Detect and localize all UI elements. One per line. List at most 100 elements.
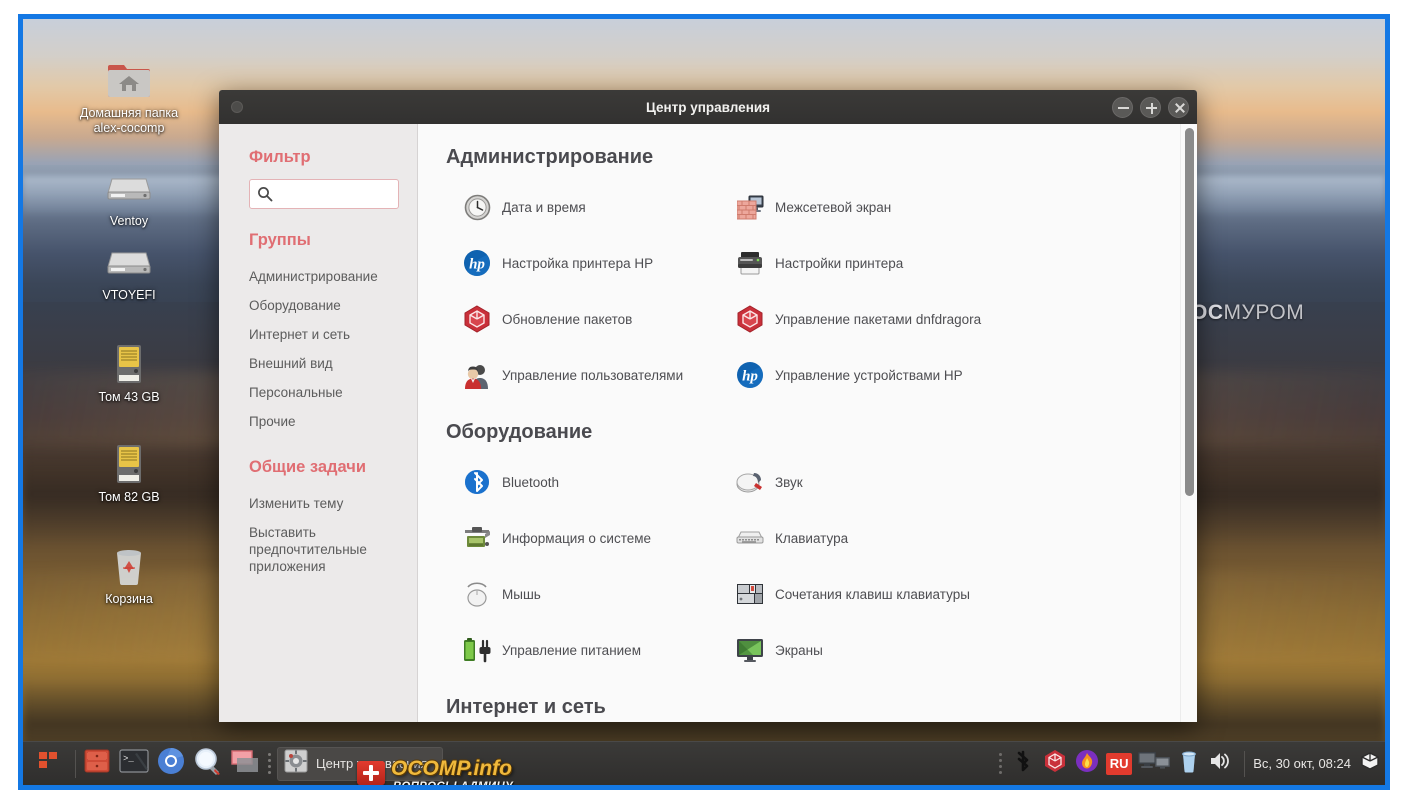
section-heading-internet: Интернет и сеть (446, 696, 606, 718)
hp-logo-icon: hp (462, 248, 492, 278)
settings-panel: Администрирование Дата и время Межсетево… (418, 124, 1180, 722)
tray-drag-handle[interactable] (999, 753, 1003, 774)
sidebar-item-change-theme[interactable]: Изменить тему (219, 489, 417, 518)
launcher-terminal[interactable]: >_ (117, 747, 151, 781)
sidebar-item-internet-network[interactable]: Интернет и сеть (219, 320, 417, 349)
file-manager-icon (82, 747, 112, 780)
home-folder-icon (71, 57, 187, 103)
desktop-icon-label-line2: alex-cocomp (93, 121, 165, 135)
desktop-icon-home-folder[interactable]: Домашняя папка alex-cocomp (71, 57, 187, 136)
sidebar-item-personal[interactable]: Персональные (219, 378, 417, 407)
setting-system-info[interactable]: Информация о системе (458, 514, 721, 562)
content-scrollbar[interactable] (1180, 124, 1197, 722)
desktop-icon-ventoy[interactable]: Ventoy (71, 165, 187, 229)
sidebar-item-administration[interactable]: Администрирование (219, 262, 417, 291)
printer-icon (735, 248, 765, 278)
keyboard-shortcuts-icon (735, 579, 765, 609)
tray-package-manager[interactable] (1040, 749, 1070, 779)
system-tray: RU Вс, 30 окт, 08:24 (999, 749, 1381, 779)
application-menu-button[interactable] (27, 743, 71, 785)
tray-bluetooth[interactable] (1008, 749, 1038, 779)
launcher-file-manager[interactable] (80, 747, 114, 781)
svg-text:hp: hp (742, 369, 758, 385)
search-magnifier-icon (193, 747, 223, 780)
sidebar-item-other[interactable]: Прочие (219, 407, 417, 436)
setting-package-update[interactable]: Обновление пакетов (458, 295, 721, 343)
display-tray-icon (1137, 750, 1171, 777)
desktop-icon-label: Том 43 GB (98, 390, 160, 404)
clock[interactable]: Вс, 30 окт, 08:24 (1253, 756, 1357, 771)
desktop-icon-trash[interactable]: Корзина (71, 543, 187, 607)
setting-label: Экраны (775, 642, 823, 658)
setting-firewall[interactable]: Межсетевой экран (731, 183, 1168, 231)
search-input[interactable] (249, 179, 399, 209)
setting-label: Дата и время (502, 199, 586, 215)
sidebar-item-hardware[interactable]: Оборудование (219, 291, 417, 320)
setting-hp-printer-setup[interactable]: hp Настройка принтера HP (458, 239, 721, 287)
sidebar-item-preferred-apps[interactable]: Выставить предпочтительные приложения (219, 518, 367, 581)
setting-mouse[interactable]: Мышь (458, 570, 721, 618)
desktop[interactable]: ОСМУРОМ Домашняя папка alex-cocomp Vento… (23, 19, 1385, 785)
setting-label: Bluetooth (502, 474, 560, 490)
users-icon (462, 360, 492, 390)
section-heading-hardware: Оборудование (446, 421, 593, 443)
setting-user-management[interactable]: Управление пользователями (458, 351, 721, 399)
hp-logo-icon: hp (735, 360, 765, 390)
setting-bluetooth[interactable]: Bluetooth (458, 458, 721, 506)
setting-dnfdragora[interactable]: Управление пакетами dnfdragora (731, 295, 1168, 343)
desktop-icon-vtoyefi[interactable]: VTOYEFI (71, 239, 187, 303)
launcher-browser[interactable] (154, 747, 188, 781)
section-heading-administration: Администрирование (446, 146, 654, 168)
mouse-icon (462, 579, 492, 609)
desktop-icon-volume-43gb[interactable]: Том 43 GB (71, 341, 187, 405)
trash-tray-icon (1178, 749, 1200, 778)
maximize-button[interactable] (1140, 96, 1161, 118)
setting-hp-device-manager[interactable]: hp Управление устройствами HP (731, 351, 1168, 399)
package-icon (735, 304, 765, 334)
bluetooth-icon (462, 467, 492, 497)
removable-media-icon (71, 341, 187, 387)
sidebar-item-appearance[interactable]: Внешний вид (219, 349, 417, 378)
window-app-menu-icon[interactable] (231, 101, 243, 113)
setting-sound[interactable]: Звук (731, 458, 1168, 506)
tray-display[interactable] (1136, 749, 1172, 779)
tray-trash[interactable] (1174, 749, 1204, 779)
screen-frame: ОСМУРОМ Домашняя папка alex-cocomp Vento… (18, 14, 1390, 790)
setting-date-and-time[interactable]: Дата и время (458, 183, 721, 231)
setting-displays[interactable]: Экраны (731, 626, 1168, 674)
launcher-search[interactable] (191, 747, 225, 781)
scrollbar-thumb[interactable] (1185, 128, 1194, 496)
window-titlebar[interactable]: Центр управления (219, 90, 1197, 124)
screenshot-icon (231, 748, 259, 779)
setting-label: Настройки принтера (775, 255, 904, 271)
tray-keyboard-layout[interactable]: RU (1104, 749, 1134, 779)
minimize-button[interactable] (1112, 96, 1133, 118)
setting-printer-settings[interactable]: Настройки принтера (731, 239, 1168, 287)
task-button-control-center[interactable]: Центр управления (277, 746, 443, 781)
section-grid-hardware: Bluetooth Звук Информация о системе Клав… (446, 458, 1168, 674)
volume-tray-icon (1209, 750, 1233, 777)
setting-power-management[interactable]: Управление питанием (458, 626, 721, 674)
tray-separator (1244, 750, 1246, 777)
keyboard-layout-label: RU (1109, 756, 1129, 771)
taskbar-separator (75, 749, 76, 778)
setting-label: Управление устройствами HP (775, 367, 963, 383)
show-desktop-button[interactable] (1359, 749, 1381, 779)
desktop-icon-label: Том 82 GB (98, 490, 160, 504)
displays-icon (735, 635, 765, 665)
close-button[interactable] (1168, 96, 1189, 118)
launcher-screenshot[interactable] (228, 747, 262, 781)
taskbar-drag-handle[interactable] (268, 753, 271, 774)
menu-icon (38, 750, 60, 777)
desktop-icon-volume-82gb[interactable]: Том 82 GB (71, 441, 187, 505)
setting-keyboard[interactable]: Клавиатура (731, 514, 1168, 562)
groups-heading: Группы (249, 231, 311, 249)
setting-keyboard-shortcuts[interactable]: Сочетания клавиш клавиатуры (731, 570, 1168, 618)
tray-firewall[interactable] (1072, 749, 1102, 779)
tray-volume[interactable] (1206, 749, 1236, 779)
control-center-window[interactable]: Центр управления Фильтр Группы Администр… (219, 90, 1197, 722)
svg-text:hp: hp (469, 257, 485, 273)
task-button-label: Центр управления (316, 756, 428, 771)
section-grid-administration: Дата и время Межсетевой экран hp Настрой… (446, 183, 1168, 399)
desktop-icon-label: Ventoy (109, 214, 149, 228)
